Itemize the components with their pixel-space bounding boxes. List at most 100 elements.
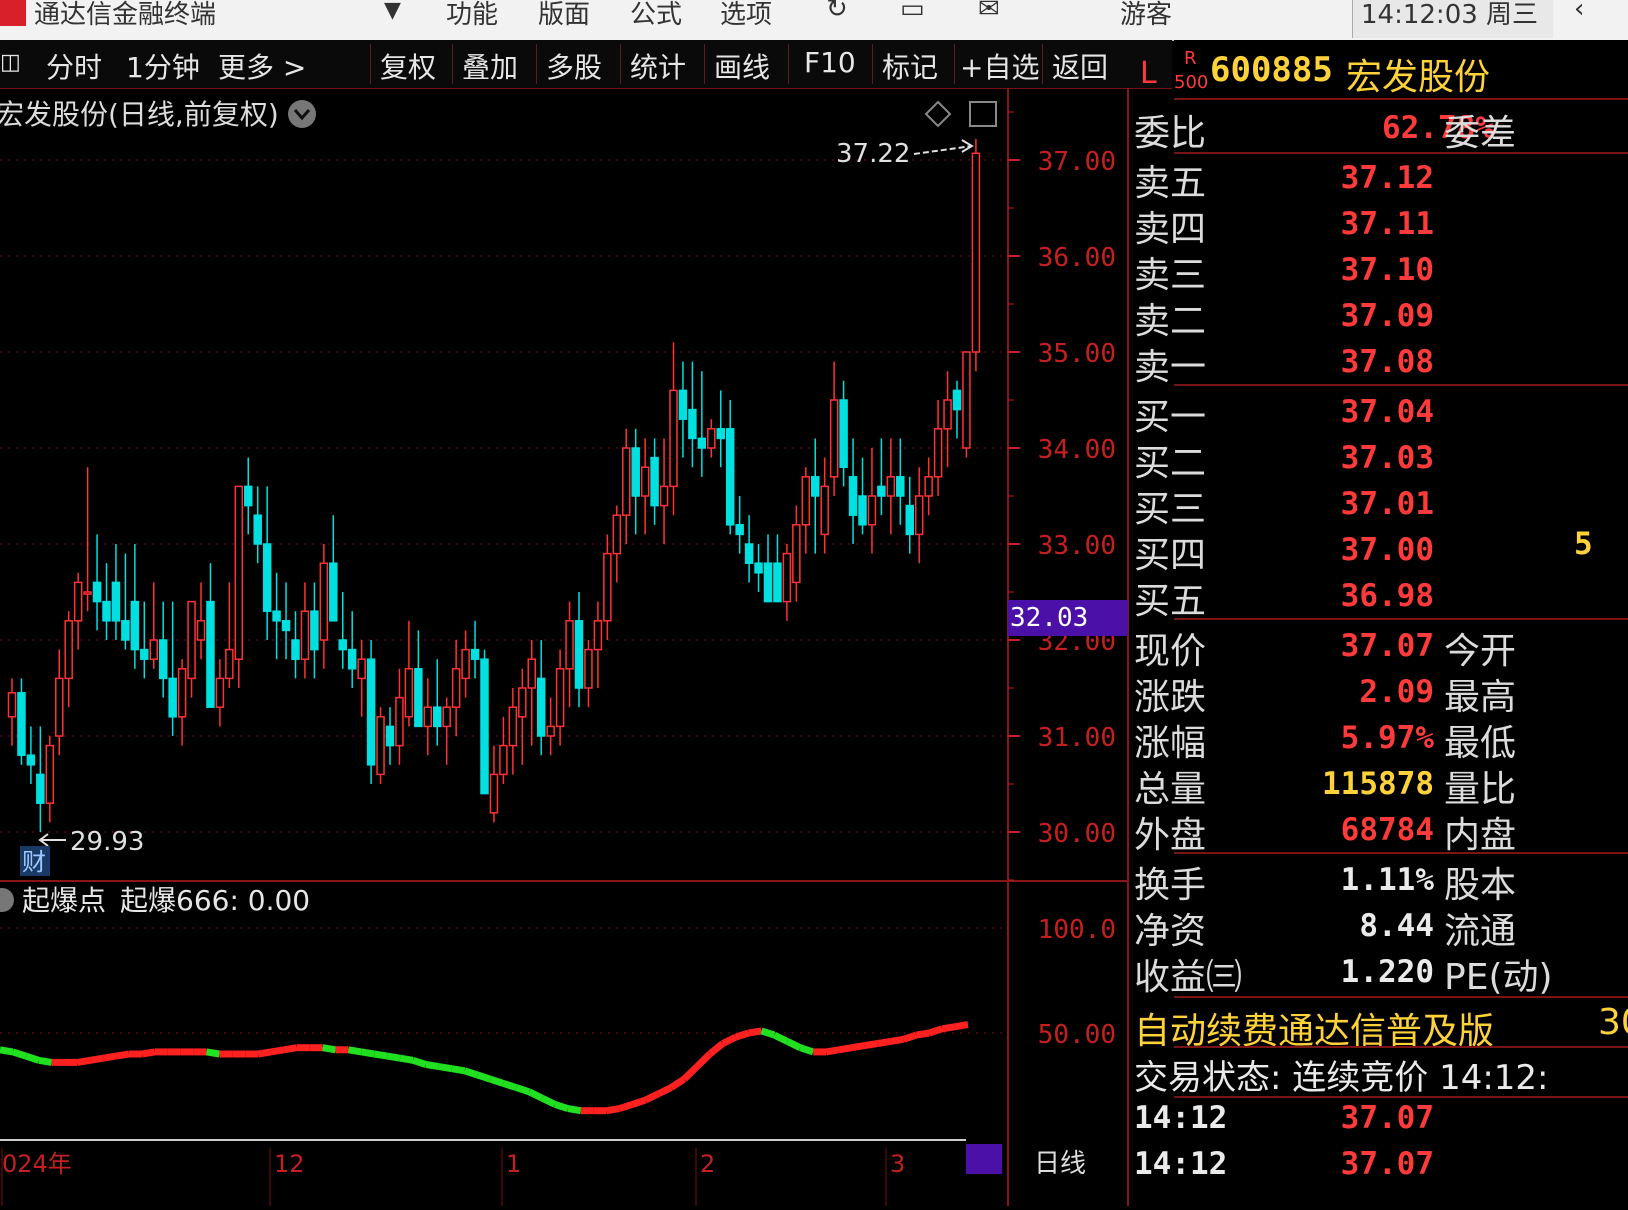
tab-1min[interactable]: 1分钟	[126, 46, 200, 86]
fund-row-label: 收益㈢	[1134, 957, 1243, 998]
candle-body	[536, 677, 546, 737]
menu-function[interactable]: 功能	[446, 0, 498, 31]
x-axis-label: 1	[506, 1150, 521, 1178]
btn-mark[interactable]: 标记	[882, 46, 938, 86]
indicator-segment	[889, 1035, 905, 1045]
ask-row-value: 37.09	[1340, 298, 1434, 334]
bid-row-value: 36.98	[1340, 578, 1434, 614]
fund-row-label: 换手	[1134, 865, 1207, 906]
indicator-title: 起爆点	[22, 884, 106, 917]
candle-body	[423, 706, 433, 728]
x-axis-label: 2	[700, 1150, 715, 1178]
quote-row-label2: 量比	[1444, 769, 1517, 810]
candle-body	[914, 495, 924, 536]
candle-body	[593, 620, 603, 651]
dropdown-icon[interactable]: ▼	[384, 0, 401, 23]
candle-body	[177, 668, 187, 718]
indicator-segment	[386, 1052, 401, 1062]
clock-box: 14:12:03 周三	[1352, 0, 1553, 38]
btn-return[interactable]: 返回	[1052, 46, 1108, 86]
btn-stats[interactable]: 统计	[630, 46, 686, 86]
layout-toggle-icon	[969, 101, 997, 127]
candle-body	[64, 620, 73, 680]
candle-body	[886, 476, 896, 497]
candle-body	[763, 562, 773, 603]
quote-row-label: 涨跌	[1134, 677, 1207, 718]
ask-row-label: 卖一	[1134, 347, 1207, 388]
indicator-segment	[38, 1056, 53, 1066]
candle-body	[262, 543, 272, 612]
indicator-segment	[411, 1056, 428, 1068]
price-tick-label: 35.00	[1038, 339, 1116, 369]
candle-body	[725, 428, 735, 526]
indicator-segment	[941, 1023, 956, 1033]
candle-body	[858, 495, 867, 526]
window-icon[interactable]: ▭	[900, 0, 925, 24]
menu-options[interactable]: 选项	[720, 0, 772, 31]
candle-body	[461, 648, 470, 680]
candle-body	[451, 668, 461, 708]
btn-adjust[interactable]: 复权	[380, 46, 436, 86]
x-axis-label: 3	[890, 1150, 905, 1178]
btn-add-watchlist[interactable]: +自选	[960, 46, 1039, 86]
candle-body	[773, 562, 782, 603]
indicator-segment	[567, 1105, 582, 1115]
back-arrow-icon[interactable]: ‹	[1574, 0, 1584, 24]
candle-body	[404, 668, 414, 718]
x-axis-label: 024年	[2, 1150, 72, 1178]
x-axis-label: 12	[274, 1150, 305, 1178]
promo-extra: 30	[1598, 1002, 1628, 1043]
candle-body	[508, 706, 518, 747]
tab-more[interactable]: 更多 >	[218, 46, 306, 86]
btn-multi[interactable]: 多股	[546, 46, 602, 86]
quote-row-label2: 内盘	[1444, 815, 1517, 856]
candle-body	[782, 552, 792, 603]
tick-price: 37.07	[1340, 1100, 1434, 1136]
kline-chart-area[interactable]: 37.00 36.00 35.00 34.00 33.00 32.00 31.00 30.00…	[0, 88, 1172, 1206]
indicator-segment	[606, 1105, 621, 1115]
message-icon[interactable]: ✉	[978, 0, 1000, 24]
btn-f10[interactable]: F10	[804, 46, 856, 79]
panel-toggle-icon[interactable]: ◫	[0, 50, 21, 75]
indicator-segment	[11, 1048, 27, 1060]
indicator-segment	[373, 1050, 388, 1060]
toolbar-divider	[1042, 44, 1043, 84]
tab-intraday[interactable]: 分时	[46, 46, 102, 86]
panel-divider	[1174, 618, 1628, 620]
indicator-segment	[89, 1054, 104, 1064]
panel-divider	[1174, 1046, 1628, 1048]
candle-body	[716, 428, 725, 440]
panel-divider	[1174, 98, 1628, 100]
toolbar-divider	[536, 44, 537, 84]
candle-body	[158, 639, 168, 680]
toolbar-divider	[954, 44, 955, 84]
toolbar-divider	[370, 44, 371, 84]
user-label[interactable]: 游客	[1120, 0, 1172, 31]
indicator-segment	[643, 1090, 660, 1104]
tick-time: 14:12	[1134, 1146, 1228, 1182]
indicator-segment	[527, 1088, 544, 1102]
candle-body	[55, 677, 64, 737]
ask-row-value: 37.11	[1340, 206, 1434, 242]
candle-body	[244, 485, 253, 507]
menu-layout[interactable]: 版面	[538, 0, 590, 31]
menu-formula[interactable]: 公式	[630, 0, 682, 31]
indicator-segment	[438, 1063, 453, 1073]
badge-l: L	[1140, 56, 1157, 91]
btn-overlay[interactable]: 叠加	[462, 46, 518, 86]
ask-row-value: 37.12	[1340, 160, 1434, 196]
ask-row-value: 37.08	[1340, 344, 1434, 380]
price-tick-label: 30.00	[1038, 819, 1116, 849]
candle-body	[329, 562, 338, 622]
trade-status: 交易状态: 连续竞价 14:12:	[1134, 1058, 1549, 1098]
quote-row-label: 现价	[1134, 631, 1207, 672]
title-bar: 通达信金融终端 ▼ 功能 版面 公式 选项 ↻ ▭ ✉ 游客 14:12:03 …	[0, 0, 1628, 41]
candle-body	[555, 668, 565, 728]
badge-r: R	[1184, 48, 1197, 69]
candle-body	[622, 447, 631, 516]
kline-chart-svg[interactable]: 37.0036.0035.0034.0033.0032.0031.0030.00…	[0, 88, 1172, 1206]
candle-body	[45, 744, 55, 804]
btn-draw[interactable]: 画线	[714, 46, 770, 86]
indicator-segment	[141, 1048, 156, 1058]
refresh-icon[interactable]: ↻	[826, 0, 848, 24]
